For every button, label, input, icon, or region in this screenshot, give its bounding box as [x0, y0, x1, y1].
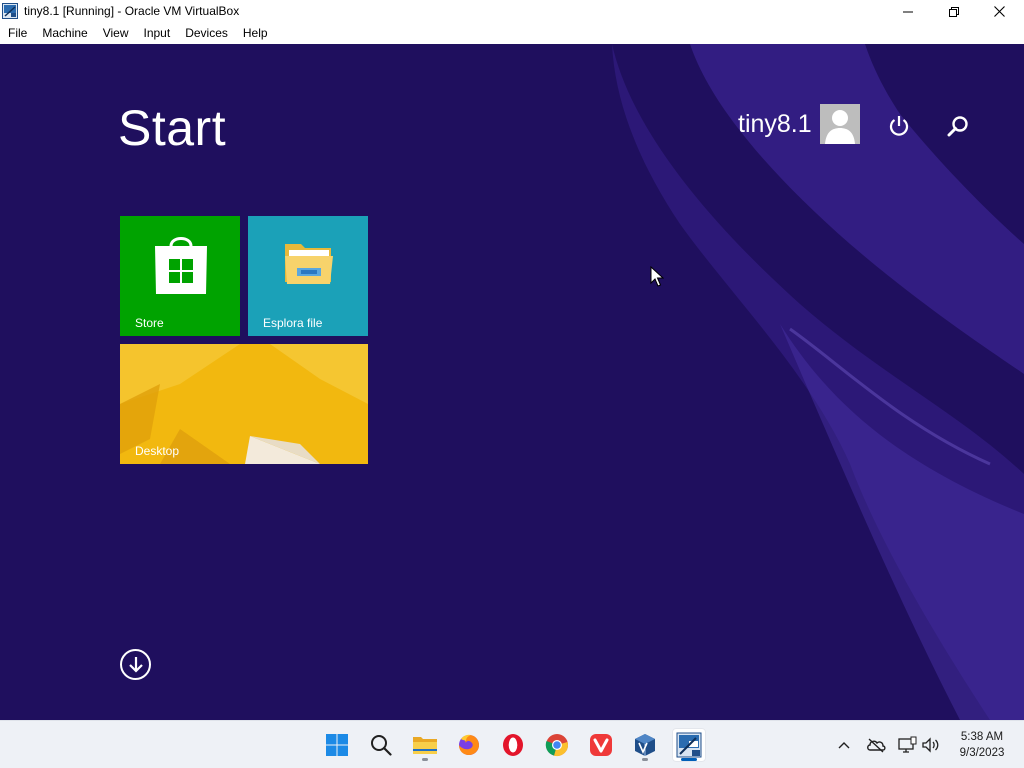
- virtualbox-vm-icon: [676, 732, 702, 758]
- taskbar-vivaldi[interactable]: [584, 728, 618, 762]
- search-button[interactable]: [944, 112, 972, 140]
- close-icon: [993, 6, 1005, 17]
- taskbar-virtualbox[interactable]: [628, 728, 662, 762]
- taskbar-search-button[interactable]: [364, 728, 398, 762]
- tile-store-label: Store: [135, 316, 164, 330]
- chrome-icon: [545, 734, 568, 756]
- file-explorer-icon: [285, 244, 333, 284]
- taskbar-clock[interactable]: 5:38 AM 9/3/2023: [948, 729, 1016, 761]
- tray-network[interactable]: [897, 735, 917, 755]
- firefox-icon: [459, 734, 479, 755]
- tile-file-explorer[interactable]: Esplora file: [248, 216, 368, 336]
- virtualbox-vm-icon: [2, 3, 18, 19]
- menu-bar: File Machine View Input Devices Help: [0, 23, 1024, 44]
- taskbar-start-button[interactable]: [320, 728, 354, 762]
- minimize-icon: [903, 11, 913, 12]
- restore-icon: [949, 6, 959, 17]
- active-indicator: [681, 758, 697, 761]
- start-title: Start: [118, 100, 227, 156]
- tray-volume[interactable]: [921, 735, 941, 755]
- minimize-button[interactable]: [885, 0, 931, 23]
- user-avatar-icon: [820, 104, 860, 144]
- user-name[interactable]: tiny8.1: [738, 110, 812, 139]
- network-icon: [898, 736, 917, 753]
- running-indicator: [422, 758, 428, 761]
- menu-machine[interactable]: Machine: [35, 23, 94, 44]
- clock-date: 9/3/2023: [959, 747, 1005, 759]
- volume-icon: [922, 737, 939, 753]
- tray-show-hidden-button[interactable]: [834, 735, 854, 755]
- taskbar-tiny8-vm[interactable]: [672, 728, 706, 762]
- taskbar-chrome[interactable]: [540, 728, 574, 762]
- menu-help[interactable]: Help: [236, 23, 275, 44]
- taskbar-file-explorer[interactable]: [408, 728, 442, 762]
- store-bag-icon: [155, 237, 207, 294]
- vm-display[interactable]: Start tiny8.1 Store Esplora file Desktop: [0, 44, 1024, 720]
- taskbar: 5:38 AM 9/3/2023: [0, 720, 1024, 768]
- mouse-cursor: [650, 266, 664, 287]
- tray-onedrive[interactable]: [866, 735, 886, 755]
- onedrive-offline-icon: [867, 738, 886, 753]
- power-button[interactable]: [884, 112, 914, 140]
- opera-icon: [503, 734, 523, 756]
- folder-icon: [413, 737, 437, 754]
- window-titlebar[interactable]: tiny8.1 [Running] - Oracle VM VirtualBox: [0, 0, 1024, 23]
- taskbar-firefox[interactable]: [452, 728, 486, 762]
- clock-time: 5:38 AM: [960, 731, 1004, 743]
- tile-desktop[interactable]: Desktop: [120, 344, 368, 464]
- chevron-up-icon: [838, 742, 850, 749]
- virtualbox-icon: [635, 734, 655, 756]
- tile-desktop-label: Desktop: [135, 444, 180, 458]
- arrow-down-circle-icon: [128, 656, 143, 673]
- windows-logo-icon: [326, 734, 348, 756]
- menu-input[interactable]: Input: [137, 23, 178, 44]
- user-avatar[interactable]: [820, 104, 860, 144]
- menu-file[interactable]: File: [1, 23, 34, 44]
- search-icon: [947, 116, 968, 137]
- running-indicator: [642, 758, 648, 761]
- menu-devices[interactable]: Devices: [178, 23, 235, 44]
- maximize-button[interactable]: [931, 0, 977, 23]
- power-icon: [889, 116, 909, 136]
- tile-file-explorer-label: Esplora file: [263, 316, 323, 330]
- tile-store[interactable]: Store: [120, 216, 240, 336]
- close-button[interactable]: [976, 0, 1022, 23]
- vivaldi-icon: [590, 734, 612, 756]
- window-title: tiny8.1 [Running] - Oracle VM VirtualBox: [24, 4, 240, 18]
- taskbar-opera[interactable]: [496, 728, 530, 762]
- search-icon: [371, 735, 392, 756]
- all-apps-button[interactable]: [120, 649, 151, 680]
- menu-view[interactable]: View: [96, 23, 136, 44]
